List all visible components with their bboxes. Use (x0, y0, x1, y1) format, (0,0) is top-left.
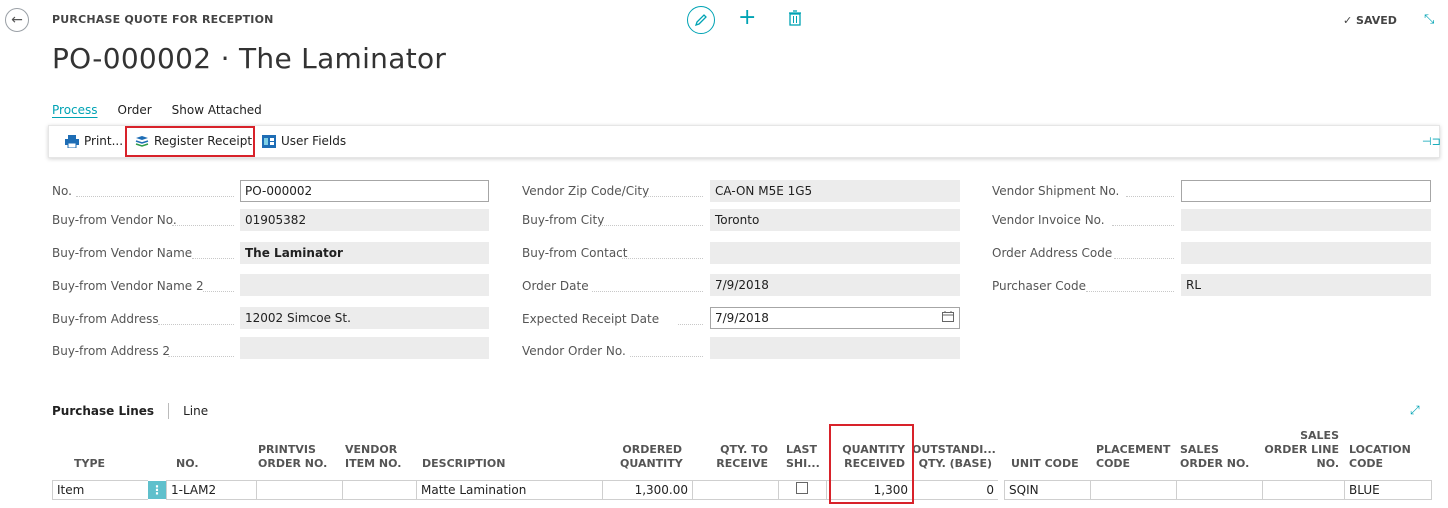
col-sales-order-line-no[interactable]: SALES ORDER LINE NO. (1262, 429, 1339, 471)
purchaser-code-field[interactable]: RL (1181, 274, 1431, 296)
zip-city-field[interactable]: CA-ON M5E 1G5 (710, 180, 960, 202)
address-field[interactable]: 12002 Simcoe St. (240, 307, 489, 329)
edit-button[interactable] (687, 6, 715, 34)
cell-type[interactable]: Item (52, 480, 148, 500)
expand-icon[interactable]: ⤢ (1410, 403, 1420, 418)
lines-title: Purchase Lines (52, 404, 155, 418)
tab-show-attached[interactable]: Show Attached (172, 103, 262, 117)
cell-ordered-quantity[interactable]: 1,300.00 (602, 480, 692, 500)
print-button[interactable]: Print... (65, 134, 123, 148)
col-qty-to-receive[interactable]: QTY. TO RECEIVE (716, 443, 768, 471)
cell-vendor-item-no[interactable] (342, 480, 416, 500)
plus-icon: + (738, 5, 757, 30)
user-fields-button[interactable]: User Fields (262, 134, 346, 148)
city-field[interactable]: Toronto (710, 209, 960, 231)
field-label-vendor-shipment-no: Vendor Shipment No. (992, 184, 1120, 198)
field-label-city: Buy-from City (522, 213, 605, 227)
order-address-code-field[interactable] (1181, 242, 1431, 264)
saved-status: ✓ SAVED (1343, 14, 1397, 27)
cell-printvis-order-no[interactable] (256, 480, 342, 500)
field-label-vendor-no: Buy-from Vendor No. (52, 213, 177, 227)
field-label-contact: Buy-from Contact (522, 246, 628, 260)
cell-location-code[interactable]: BLUE (1344, 480, 1432, 500)
delete-button[interactable] (788, 10, 802, 29)
field-label-purchaser-code: Purchaser Code (992, 279, 1086, 293)
vendor-order-no-field[interactable] (710, 337, 960, 359)
field-label-expected-receipt-date: Expected Receipt Date (522, 312, 660, 326)
print-label: Print... (84, 134, 124, 148)
page-caption: PURCHASE QUOTE FOR RECEPTION (52, 13, 274, 26)
contact-field[interactable] (710, 242, 960, 264)
cell-sales-order-no[interactable] (1176, 480, 1262, 500)
col-last-shipment[interactable]: LAST SHI... (786, 443, 820, 471)
vendor-name-field[interactable]: The Laminator (240, 242, 489, 264)
cell-description[interactable]: Matte Lamination (416, 480, 602, 500)
col-location-code[interactable]: LOCATION CODE (1349, 443, 1411, 471)
collapse-icon[interactable]: ⤡ (1424, 12, 1434, 27)
tab-process[interactable]: Process (52, 103, 98, 117)
back-button[interactable]: ← (5, 8, 29, 32)
field-label-order-address-code: Order Address Code (992, 246, 1113, 260)
cell-no[interactable]: 1-LAM2 (166, 480, 256, 500)
field-label-address-2: Buy-from Address 2 (52, 344, 171, 358)
pencil-icon (694, 14, 707, 27)
field-label-vendor-name-2: Buy-from Vendor Name 2 (52, 279, 204, 293)
field-label-vendor-name: Buy-from Vendor Name (52, 246, 193, 260)
calendar-icon[interactable] (942, 311, 954, 322)
field-label-vendor-order-no: Vendor Order No. (522, 344, 626, 358)
col-vendor-item-no[interactable]: VENDOR ITEM NO. (345, 443, 401, 471)
trash-icon (789, 10, 801, 26)
col-unit-code[interactable]: UNIT CODE (1011, 457, 1079, 471)
page-title: PO-000002 · The Laminator (52, 42, 447, 75)
field-label-order-date: Order Date (522, 279, 589, 293)
cell-qty-to-receive[interactable] (692, 480, 778, 500)
col-sales-order-no[interactable]: SALES ORDER NO. (1180, 443, 1249, 471)
col-description[interactable]: DESCRIPTION (422, 457, 505, 471)
col-outstanding-qty[interactable]: OUTSTANDI... QTY. (BASE) (912, 443, 996, 471)
user-fields-icon (262, 134, 276, 148)
col-type[interactable]: TYPE (74, 457, 105, 471)
vendor-shipment-no-field[interactable] (1181, 180, 1431, 202)
action-bar: Print... Register Receipt User Fields (48, 125, 1440, 158)
line-menu[interactable]: Line (183, 404, 208, 418)
vendor-no-field[interactable]: 01905382 (240, 209, 489, 231)
new-button[interactable]: + (738, 6, 756, 30)
quantity-received-highlight (829, 424, 914, 504)
cell-sales-order-line-no[interactable] (1262, 480, 1344, 500)
field-label-no: No. (52, 184, 72, 198)
expected-receipt-date-field[interactable]: 7/9/2018 (710, 307, 960, 329)
col-ordered-quantity[interactable]: ORDERED QUANTITY (620, 443, 683, 471)
cell-unit-code[interactable]: SQIN (1004, 480, 1090, 500)
register-receipt-highlight (125, 126, 255, 157)
field-label-address: Buy-from Address (52, 312, 159, 326)
printer-icon (65, 134, 79, 148)
row-menu-button[interactable]: ⋮ (148, 481, 166, 499)
lines-header: Purchase Lines Line (52, 403, 208, 419)
tab-order[interactable]: Order (118, 103, 152, 117)
field-label-vendor-invoice-no: Vendor Invoice No. (992, 213, 1105, 227)
action-tabs: Process Order Show Attached (52, 103, 262, 117)
vendor-name-2-field[interactable] (240, 274, 489, 296)
arrow-left-icon: ← (11, 12, 23, 28)
user-fields-label: User Fields (281, 134, 347, 148)
col-placement-code[interactable]: PLACEMENT CODE (1096, 443, 1170, 471)
col-printvis-order-no[interactable]: PRINTVIS ORDER NO. (258, 443, 327, 471)
cell-placement-code[interactable] (1090, 480, 1176, 500)
pin-icon[interactable]: ⊣⊐ (1422, 135, 1441, 148)
last-shipment-checkbox[interactable] (796, 482, 808, 494)
cell-outstanding-qty[interactable]: 0 (912, 480, 998, 500)
no-field[interactable]: PO-000002 (240, 180, 489, 202)
address-2-field[interactable] (240, 337, 489, 359)
field-label-zip-city: Vendor Zip Code/City (522, 184, 650, 198)
order-date-field[interactable]: 7/9/2018 (710, 274, 960, 296)
vendor-invoice-no-field[interactable] (1181, 209, 1431, 231)
col-no[interactable]: NO. (176, 457, 199, 471)
